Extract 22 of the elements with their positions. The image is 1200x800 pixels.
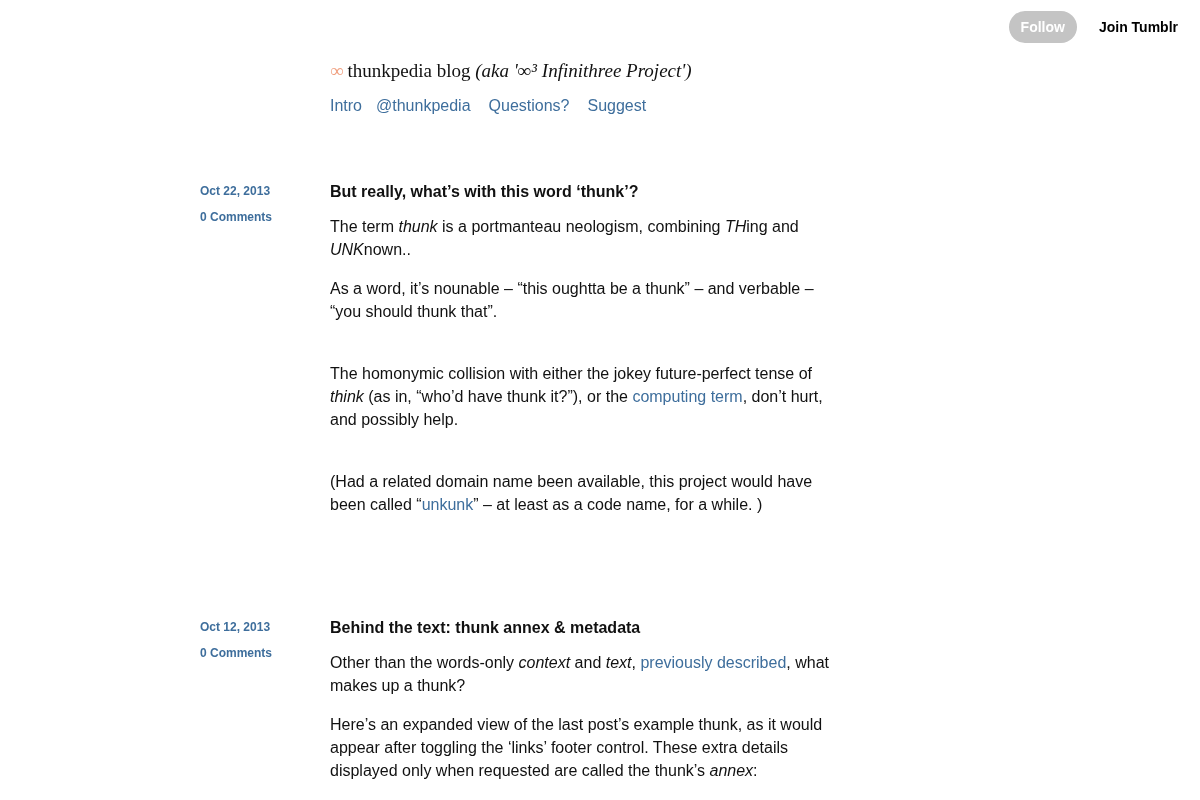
paragraph: Here’s an expanded view of the last post’s example thunk, as it would appear after toggling the ‘links’ footer control. These extra details displayed only when requested are called the thunk’s annex: (330, 714, 824, 781)
paragraph: The homonymic collision with either the jokey future-perfect tense of think (as in, “who’d have thunk it?”), or the computing term, don’t hurt, and possibly help. (330, 363, 824, 430)
paragraph: The term thunk is a portmanteau neologism, combining THing and UNKnown.. (330, 216, 800, 260)
paragraph: (Had a related domain name been available, this project would have been called “unkunk” – at least as a code name, for a while. ) (330, 471, 814, 515)
infinity-mark: ∞ (330, 59, 344, 83)
paragraph: Other than the words-only context and text, previously described, what makes up a thunk? (330, 652, 830, 696)
post-date[interactable]: Oct 12, 2013 (200, 617, 330, 636)
comments-link[interactable]: 0 Comments (200, 643, 330, 662)
post-title[interactable]: But really, what’s with this word ‘thunk’? (330, 179, 835, 203)
post-title[interactable]: Behind the text: thunk annex & metadata (330, 615, 835, 639)
nav-link[interactable]: Questions? (488, 93, 570, 118)
blog-title[interactable]: thunkpedia blog (aka '∞³ Infinithree Project') (347, 57, 692, 86)
nav-link[interactable]: @thunkpedia (376, 93, 471, 118)
comments-link[interactable]: 0 Comments (200, 207, 330, 226)
text-link[interactable]: computing term (632, 387, 743, 405)
text-link[interactable]: unkunk (421, 495, 474, 513)
join-link[interactable]: Join Tumblr (1098, 16, 1178, 38)
text-link[interactable]: previously described (640, 653, 787, 671)
nav-link[interactable]: Intro (330, 93, 362, 118)
post-date[interactable]: Oct 22, 2013 (200, 181, 330, 200)
nav-link[interactable]: Suggest (587, 93, 647, 118)
paragraph: As a word, it’s nounable – “this oughtta be a thunk” – and verbable – “you should thunk that”. (330, 278, 815, 322)
